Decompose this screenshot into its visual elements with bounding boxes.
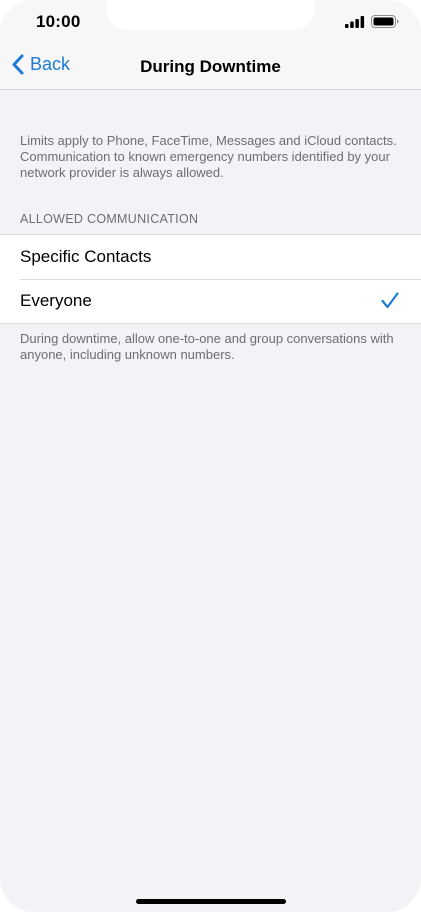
status-bar: 10:00 (0, 0, 421, 46)
battery-icon (371, 15, 399, 28)
section-header-allowed-communication: ALLOWED COMMUNICATION (20, 212, 199, 226)
option-label: Specific Contacts (20, 247, 152, 266)
option-everyone[interactable]: Everyone (0, 279, 421, 323)
status-icons (345, 15, 399, 28)
intro-description: Limits apply to Phone, FaceTime, Message… (20, 133, 397, 180)
cellular-signal-icon (345, 15, 365, 28)
page-title: During Downtime (140, 57, 281, 76)
screen: 10:00 Back During Downtime Limits apply … (0, 0, 421, 912)
status-time: 10:00 (36, 12, 81, 31)
option-label: Everyone (20, 291, 92, 310)
allowed-communication-list: Specific Contacts Everyone (0, 234, 421, 324)
option-description: During downtime, allow one-to-one and gr… (20, 331, 394, 362)
checkmark-icon (381, 292, 399, 309)
notch (106, 0, 315, 30)
option-specific-contacts[interactable]: Specific Contacts (0, 235, 421, 279)
navigation-bar: Back During Downtime (0, 46, 421, 90)
home-indicator[interactable] (136, 899, 286, 904)
